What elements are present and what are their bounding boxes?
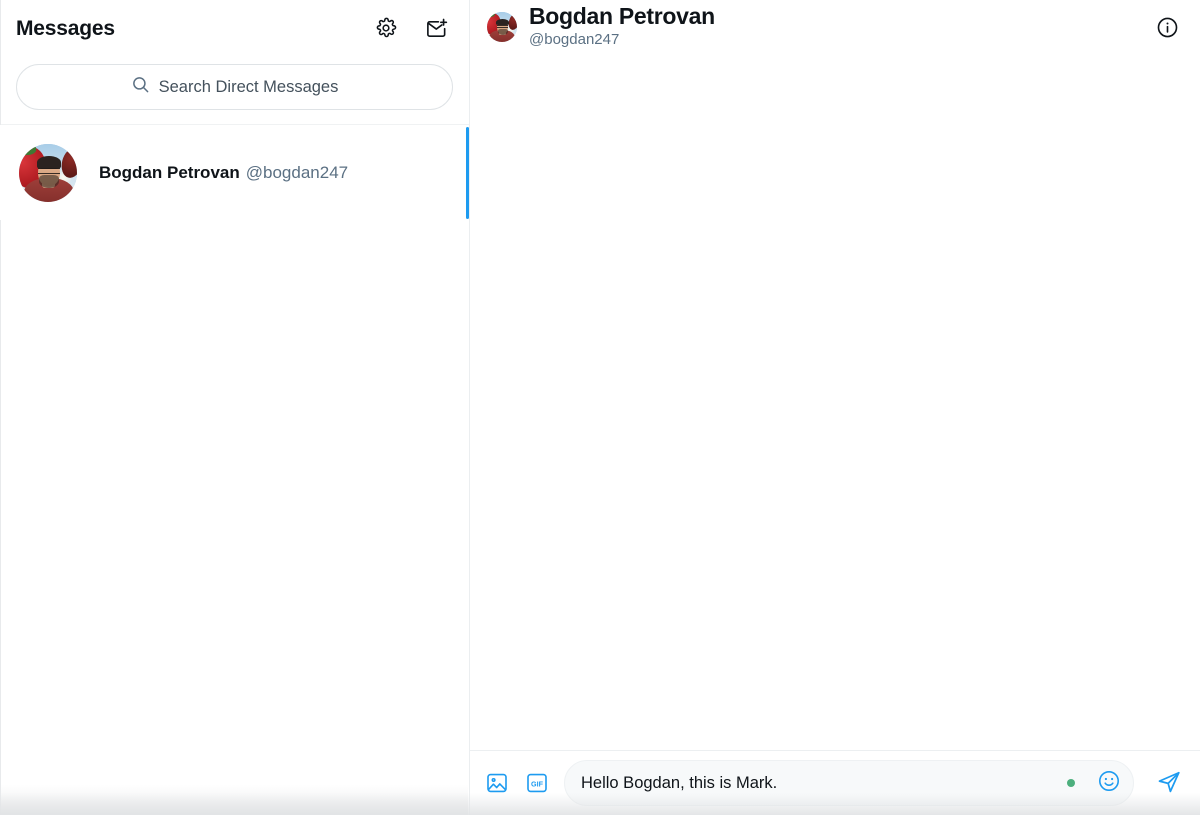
conversation-identity: Bogdan Petrovan @bogdan247 (99, 163, 348, 183)
info-circle-icon (1156, 16, 1179, 39)
conversation-header-identity[interactable]: Bogdan Petrovan @bogdan247 (487, 3, 715, 50)
conversation-info-button[interactable] (1150, 10, 1184, 44)
add-gif-button[interactable]: GIF (524, 770, 550, 796)
direct-messages-app: Messages Search Direct Messages Bogdan P… (0, 0, 1200, 815)
emoji-button[interactable] (1097, 769, 1121, 798)
sidebar-header: Messages (0, 0, 469, 56)
add-media-button[interactable] (484, 770, 510, 796)
send-button[interactable] (1152, 766, 1186, 800)
search-placeholder: Search Direct Messages (158, 77, 339, 96)
search-section: Search Direct Messages (0, 56, 469, 124)
conversation-name: Bogdan Petrovan (99, 162, 240, 182)
character-count-indicator (1067, 779, 1075, 787)
message-composer: GIF (470, 750, 1200, 815)
svg-text:GIF: GIF (531, 779, 544, 788)
page-title: Messages (16, 16, 115, 40)
conversation-header: Bogdan Petrovan @bogdan247 (470, 0, 1200, 54)
conversation-list-item[interactable]: Bogdan Petrovan @bogdan247 (0, 125, 469, 220)
conversation-header-name: Bogdan Petrovan (529, 3, 715, 30)
gif-icon: GIF (525, 771, 549, 795)
settings-button[interactable] (369, 11, 403, 45)
send-icon (1156, 768, 1182, 799)
conversation-handle: @bogdan247 (245, 162, 349, 182)
sidebar-header-actions (369, 11, 453, 45)
avatar (487, 12, 517, 42)
conversation-pane: Bogdan Petrovan @bogdan247 GIF Hello Bog… (470, 0, 1200, 815)
emoji-icon (1097, 769, 1121, 798)
new-message-button[interactable] (419, 11, 453, 45)
message-list[interactable] (470, 54, 1200, 750)
search-icon (131, 75, 150, 99)
search-input[interactable]: Search Direct Messages (16, 64, 453, 110)
sidebar-bottom-shadow (1, 785, 468, 815)
gear-icon (375, 17, 397, 39)
conversation-header-text: Bogdan Petrovan @bogdan247 (529, 3, 715, 50)
message-input[interactable] (581, 773, 1057, 793)
selected-conversation-indicator (466, 127, 469, 219)
avatar (19, 143, 77, 202)
messages-sidebar: Messages Search Direct Messages Bogdan P… (0, 0, 470, 815)
message-input-container[interactable] (564, 760, 1134, 806)
new-message-icon (425, 17, 448, 40)
image-icon (485, 771, 509, 795)
conversation-header-handle: @bogdan247 (529, 31, 620, 48)
